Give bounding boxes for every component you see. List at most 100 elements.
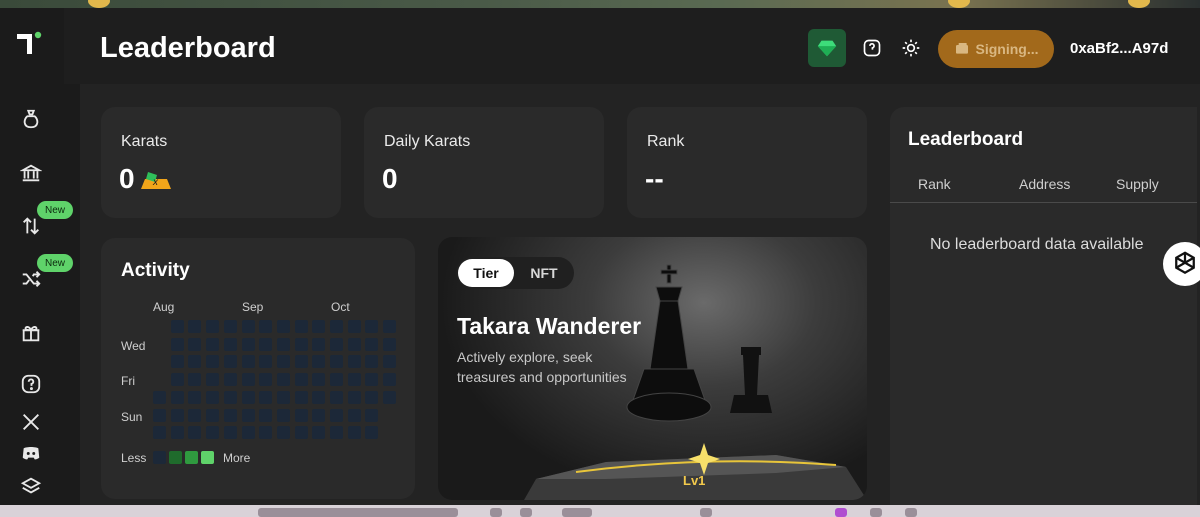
activity-day-cell bbox=[347, 320, 361, 333]
floating-assistant-button[interactable] bbox=[1163, 242, 1200, 286]
tier-card: Tier NFT Takara Wanderer Actively explor… bbox=[438, 237, 867, 500]
help-icon bbox=[21, 374, 41, 394]
taskbar-app[interactable] bbox=[700, 508, 712, 517]
sidebar-item-x[interactable] bbox=[18, 409, 44, 435]
activity-day-cell bbox=[188, 320, 202, 333]
activity-day-cell bbox=[153, 408, 166, 422]
wallet-address[interactable]: 0xaBf2...A97d bbox=[1070, 40, 1168, 57]
column-header-rank[interactable]: Rank bbox=[918, 176, 951, 192]
activity-day-cell bbox=[241, 390, 255, 404]
activity-day-cell bbox=[188, 426, 202, 440]
x-logo-icon bbox=[23, 414, 39, 430]
activity-day-cell bbox=[276, 373, 290, 387]
activity-day-cell bbox=[188, 408, 202, 422]
sun-icon bbox=[902, 39, 920, 57]
help-icon bbox=[863, 39, 881, 57]
activity-day-cell bbox=[294, 373, 308, 387]
help-button[interactable] bbox=[860, 36, 884, 60]
sidebar-item-discord[interactable] bbox=[18, 440, 44, 466]
coin-icon bbox=[948, 0, 970, 8]
new-badge: New bbox=[37, 201, 73, 219]
activity-card: Activity Aug Sep Oct Wed Fri Sun Less Mo… bbox=[101, 238, 415, 499]
stat-value: 0 bbox=[119, 163, 135, 194]
activity-day-cell bbox=[188, 390, 202, 404]
wallet-icon bbox=[955, 43, 968, 54]
legend-more: More bbox=[223, 451, 251, 465]
new-badge: New bbox=[37, 254, 73, 272]
activity-day-cell bbox=[223, 426, 237, 440]
tier-level: Lv1 bbox=[683, 473, 706, 488]
activity-day-cell bbox=[153, 390, 166, 404]
activity-day-cell bbox=[383, 337, 397, 351]
sidebar-item-layers[interactable] bbox=[18, 473, 44, 499]
theme-toggle[interactable] bbox=[899, 36, 923, 60]
browser-top-strip bbox=[0, 0, 1200, 8]
day-label: Wed bbox=[121, 339, 146, 353]
activity-day-cell bbox=[312, 355, 326, 369]
tab-tier[interactable]: Tier bbox=[458, 259, 514, 287]
activity-day-cell bbox=[206, 355, 220, 369]
sidebar-item-bank[interactable] bbox=[18, 160, 44, 186]
activity-day-cell bbox=[241, 373, 255, 387]
activity-day-cell bbox=[312, 408, 326, 422]
gem-button[interactable] bbox=[808, 29, 846, 67]
activity-day-cell bbox=[259, 426, 273, 440]
column-header-supply[interactable]: Supply bbox=[1116, 176, 1159, 192]
layers-icon bbox=[20, 477, 42, 494]
activity-day-cell bbox=[383, 373, 397, 387]
sidebar-item-gift[interactable] bbox=[18, 320, 44, 346]
sidebar-item-bag[interactable] bbox=[18, 106, 44, 132]
divider bbox=[890, 202, 1197, 203]
activity-day-cell bbox=[206, 373, 220, 387]
taskbar-app[interactable] bbox=[870, 508, 882, 517]
activity-day-cell bbox=[206, 426, 220, 440]
sidebar-item-help[interactable] bbox=[18, 371, 44, 397]
stat-value: -- bbox=[645, 163, 664, 194]
taskbar-search[interactable] bbox=[258, 508, 458, 517]
activity-day-cell bbox=[206, 390, 220, 404]
day-label: Fri bbox=[121, 374, 135, 388]
taskbar-app[interactable] bbox=[490, 508, 502, 517]
activity-day-cell bbox=[223, 373, 237, 387]
activity-day-cell bbox=[365, 337, 379, 351]
activity-day-cell bbox=[170, 320, 184, 333]
swap-arrows-icon bbox=[23, 217, 39, 235]
activity-day-cell bbox=[241, 320, 255, 333]
activity-day-cell bbox=[206, 337, 220, 351]
activity-day-cell bbox=[365, 320, 379, 333]
activity-day-cell bbox=[383, 390, 397, 404]
activity-title: Activity bbox=[121, 260, 190, 281]
stat-label: Karats bbox=[121, 133, 168, 150]
activity-day-cell bbox=[259, 355, 273, 369]
activity-day-cell bbox=[276, 408, 290, 422]
activity-day-cell bbox=[383, 320, 397, 333]
app-logo[interactable] bbox=[14, 28, 44, 58]
taskbar-app[interactable] bbox=[835, 508, 847, 517]
signing-button[interactable]: Signing... bbox=[938, 30, 1054, 68]
taskbar-app[interactable] bbox=[562, 508, 592, 517]
activity-day-cell bbox=[347, 390, 361, 404]
activity-day-cell bbox=[170, 355, 184, 369]
legend-swatch bbox=[153, 451, 166, 464]
legend-swatch bbox=[169, 451, 182, 464]
taskbar-app[interactable] bbox=[905, 508, 917, 517]
activity-day-cell bbox=[259, 408, 273, 422]
activity-day-cell bbox=[330, 408, 343, 422]
activity-day-cell bbox=[294, 355, 308, 369]
activity-day-cell bbox=[347, 373, 361, 387]
activity-day-cell bbox=[294, 337, 308, 351]
activity-day-cell bbox=[330, 373, 343, 387]
activity-day-cell bbox=[259, 373, 273, 387]
activity-day-cell bbox=[294, 320, 308, 333]
activity-day-cell bbox=[259, 320, 273, 333]
activity-day-cell bbox=[312, 373, 326, 387]
month-label: Oct bbox=[331, 300, 350, 314]
activity-day-cell bbox=[206, 408, 220, 422]
stat-label: Daily Karats bbox=[384, 133, 471, 150]
activity-day-cell bbox=[347, 355, 361, 369]
column-header-address[interactable]: Address bbox=[1019, 176, 1070, 192]
empty-state-message: No leaderboard data available bbox=[930, 236, 1144, 253]
taskbar-app[interactable] bbox=[520, 508, 532, 517]
activity-day-cell bbox=[294, 426, 308, 440]
activity-day-cell bbox=[170, 426, 184, 440]
